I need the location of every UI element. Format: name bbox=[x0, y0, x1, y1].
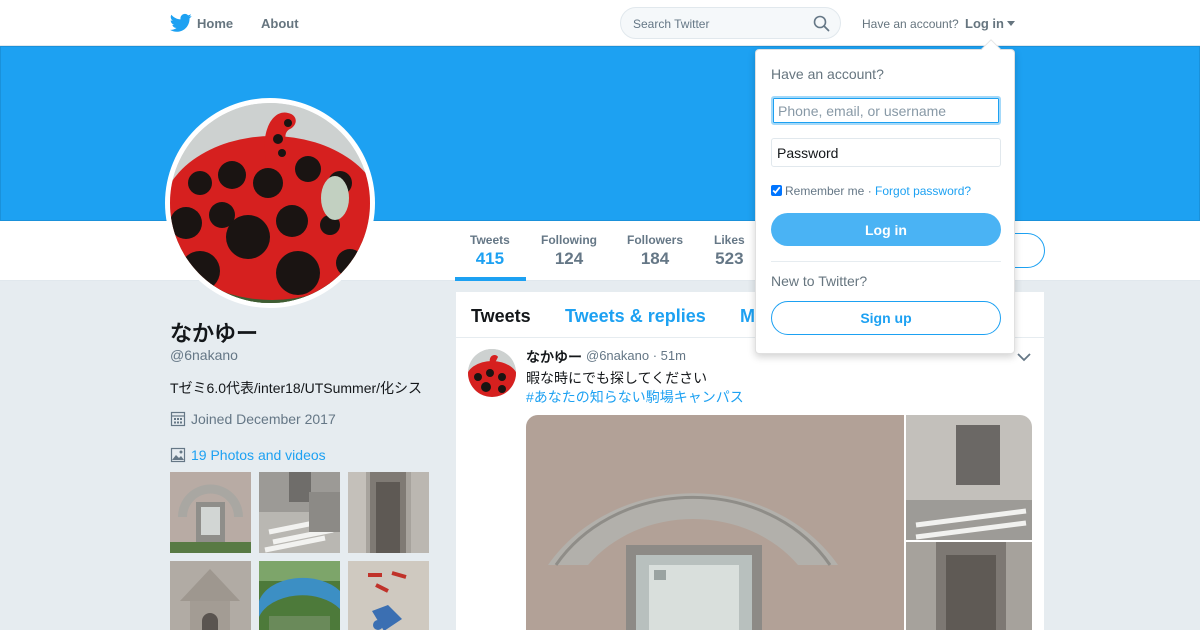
nav-about-link[interactable]: About bbox=[261, 16, 299, 31]
tweet-author-name[interactable]: なかゆー bbox=[526, 347, 582, 367]
signup-button[interactable]: Sign up bbox=[771, 301, 1001, 335]
tweet-media-grid[interactable] bbox=[526, 415, 1032, 630]
remember-me-label[interactable]: Remember me bbox=[785, 184, 864, 198]
password-field[interactable] bbox=[771, 138, 1001, 167]
photo-thumbnail[interactable] bbox=[348, 561, 429, 630]
divider bbox=[771, 261, 1001, 262]
stat-tweets[interactable]: Tweets 415 bbox=[470, 233, 510, 269]
login-button[interactable]: Log in bbox=[771, 213, 1001, 246]
calendar-icon bbox=[170, 411, 186, 427]
chevron-down-icon[interactable] bbox=[1017, 352, 1031, 362]
tweet-hashtag[interactable]: #あなたの知らない駒場キャンパス bbox=[526, 387, 744, 407]
remember-me-row: Remember me · Forgot password? bbox=[771, 184, 971, 198]
stat-label: Following bbox=[541, 233, 597, 247]
tweet-text: 暇な時にでも探してください bbox=[526, 370, 708, 386]
joined-text: Joined December 2017 bbox=[191, 411, 336, 427]
photos-videos-link[interactable]: 19 Photos and videos bbox=[170, 447, 326, 463]
photo-thumbnail[interactable] bbox=[348, 472, 429, 553]
login-toggle-label: Log in bbox=[965, 16, 1004, 31]
stat-label: Likes bbox=[714, 233, 745, 247]
photos-videos-text: 19 Photos and videos bbox=[191, 447, 326, 463]
photo-thumbnail[interactable] bbox=[259, 561, 340, 630]
forgot-password-link[interactable]: Forgot password? bbox=[875, 184, 971, 198]
have-account-text: Have an account? bbox=[862, 17, 959, 31]
stat-value: 184 bbox=[640, 249, 670, 268]
photo-thumbnail[interactable] bbox=[259, 472, 340, 553]
remember-me-checkbox[interactable] bbox=[771, 185, 782, 196]
photo-icon bbox=[170, 447, 186, 463]
caret-down-icon bbox=[1007, 21, 1015, 26]
search-box[interactable] bbox=[620, 7, 841, 39]
stat-label: Followers bbox=[627, 233, 684, 247]
stat-value: 415 bbox=[475, 249, 505, 268]
new-to-twitter-text: New to Twitter? bbox=[771, 273, 868, 289]
search-icon[interactable] bbox=[813, 15, 830, 32]
photo-thumbnail[interactable] bbox=[170, 561, 251, 630]
profile-name[interactable]: なかゆー bbox=[170, 316, 258, 348]
stat-followers[interactable]: Followers 184 bbox=[627, 233, 683, 269]
stat-value: 124 bbox=[554, 249, 584, 268]
stat-value: 523 bbox=[715, 249, 744, 268]
tweet-meta[interactable]: @6nakano · 51m bbox=[586, 348, 686, 363]
nav-home-link[interactable]: Home bbox=[197, 16, 233, 31]
tab-media[interactable]: M bbox=[740, 306, 755, 327]
username-field[interactable] bbox=[771, 96, 1001, 125]
photo-thumbnail[interactable] bbox=[170, 472, 251, 553]
login-dropdown: Have an account? Remember me · Forgot pa… bbox=[755, 39, 1015, 354]
profile-handle[interactable]: @6nakano bbox=[170, 347, 238, 363]
bird-icon[interactable] bbox=[170, 13, 192, 33]
search-input[interactable] bbox=[633, 15, 803, 33]
active-stat-underline bbox=[455, 277, 526, 281]
profile-bio: Tゼミ6.0代表/inter18/UTSummer/化シス bbox=[170, 380, 423, 396]
tab-tweets-replies[interactable]: Tweets & replies bbox=[565, 306, 706, 327]
tweet-avatar[interactable] bbox=[468, 349, 516, 397]
stat-likes[interactable]: Likes 523 bbox=[714, 233, 745, 269]
stat-following[interactable]: Following 124 bbox=[541, 233, 597, 269]
joined-date: Joined December 2017 bbox=[170, 411, 336, 427]
profile-avatar[interactable] bbox=[165, 98, 375, 308]
separator-dot: · bbox=[867, 184, 872, 198]
dropdown-title: Have an account? bbox=[771, 66, 884, 82]
tab-tweets[interactable]: Tweets bbox=[471, 306, 531, 327]
stat-label: Tweets bbox=[470, 233, 510, 247]
tweet-media-image bbox=[526, 415, 1032, 630]
pumpkin-image bbox=[170, 103, 370, 303]
login-dropdown-toggle[interactable]: Log in bbox=[965, 16, 1015, 31]
avatar-image bbox=[170, 103, 370, 303]
top-navigation: Home About Have an account? Log in bbox=[0, 0, 1200, 46]
